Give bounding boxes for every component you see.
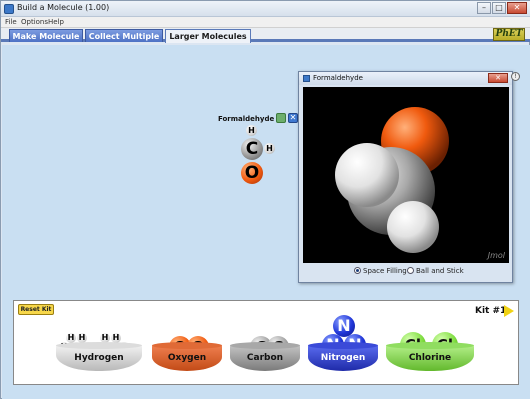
kit-panel: Reset Kit Kit #1 H H H H H H H H H H Hyd… <box>13 300 519 385</box>
dialog-title: Formaldehyde <box>313 74 363 82</box>
molecule-name: Formaldehyde <box>218 115 275 123</box>
hydrogen-sphere <box>387 201 439 253</box>
tab-larger-molecules[interactable]: Larger Molecules <box>165 29 251 43</box>
reset-kit-button[interactable]: Reset Kit <box>18 304 54 315</box>
menu-options[interactable]: Options <box>21 17 48 28</box>
radio-label: Space Filling <box>363 267 407 275</box>
window-controls: – □ ✕ <box>476 2 527 15</box>
bucket-chlorine[interactable]: Chlorine <box>386 342 474 371</box>
app-window: Build a Molecule (1.00) – □ ✕ File Optio… <box>0 0 530 399</box>
jmol-viewer[interactable]: Jmol <box>303 87 509 263</box>
bucket-label: Hydrogen <box>74 353 124 363</box>
bucket-oxygen[interactable]: Oxygen <box>152 342 222 371</box>
bucket-hydrogen[interactable]: Hydrogen <box>56 342 142 371</box>
radio-selected-icon <box>354 267 361 274</box>
tab-make-molecule[interactable]: Make Molecule <box>9 29 83 42</box>
space-filling-radio[interactable]: Space Filling <box>354 267 407 275</box>
atom-oxygen[interactable]: O <box>241 162 263 184</box>
radio-unselected-icon <box>407 267 414 274</box>
close-icon[interactable]: ✕ <box>507 2 527 14</box>
render-mode-options: Space Filling Ball and Stick <box>299 265 512 281</box>
view-3d-button[interactable] <box>276 113 286 123</box>
menu-file[interactable]: File <box>5 17 17 28</box>
kit-label: Kit #1 <box>475 306 507 316</box>
maximize-icon[interactable]: □ <box>492 2 506 14</box>
hydrogen-sphere <box>335 143 399 207</box>
phet-logo[interactable]: PhET <box>493 28 525 41</box>
space-filling-model <box>335 107 449 253</box>
app-icon <box>4 4 14 14</box>
menu-help[interactable]: Help <box>48 17 64 28</box>
menu-bar: File Options Help <box>1 17 530 28</box>
help-icon[interactable]: ! <box>511 72 520 81</box>
atom-carbon[interactable]: C <box>241 138 263 160</box>
bucket-nitrogen[interactable]: Nitrogen <box>308 342 378 371</box>
radio-label: Ball and Stick <box>416 267 464 275</box>
bucket-carbon[interactable]: Carbon <box>230 342 300 371</box>
break-apart-button[interactable]: ✕ <box>288 113 298 123</box>
minimize-icon[interactable]: – <box>477 2 491 14</box>
bucket-label: Carbon <box>246 353 284 363</box>
ball-and-stick-radio[interactable]: Ball and Stick <box>407 267 464 275</box>
tab-collect-multiple[interactable]: Collect Multiple <box>85 29 163 42</box>
atom-hydrogen[interactable]: H <box>246 125 257 136</box>
bucket-label: Oxygen <box>167 353 207 363</box>
title-bar: Build a Molecule (1.00) – □ ✕ <box>1 1 530 17</box>
dialog-title-bar: Formaldehyde ✕ <box>299 72 512 85</box>
bucket-label: Nitrogen <box>320 353 366 363</box>
atom-hydrogen[interactable]: H <box>264 143 275 154</box>
jmol-watermark: Jmol <box>487 251 505 260</box>
dialog-icon <box>303 75 310 82</box>
window-title: Build a Molecule (1.00) <box>17 3 110 12</box>
next-kit-arrow-icon[interactable] <box>504 305 514 317</box>
bucket-label: Chlorine <box>408 353 452 363</box>
tab-strip: Make Molecule Collect Multiple Larger Mo… <box>1 28 530 43</box>
close-icon[interactable]: ✕ <box>488 73 508 83</box>
molecule-3d-dialog: Formaldehyde ✕ Jmol Space Filling Ball a… <box>298 71 513 283</box>
